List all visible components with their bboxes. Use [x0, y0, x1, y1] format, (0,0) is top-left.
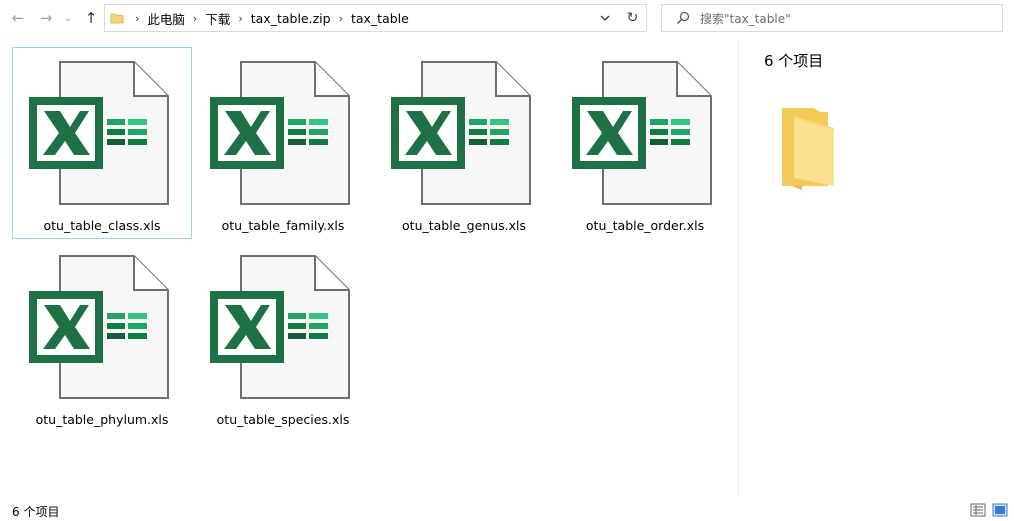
recent-locations-button[interactable]: ⌄: [60, 8, 76, 28]
refresh-icon: ↻: [626, 10, 639, 26]
back-button[interactable]: ←: [8, 8, 28, 28]
details-view-button[interactable]: [970, 502, 986, 517]
file-item[interactable]: otu_table_species.xls: [193, 241, 373, 433]
up-button[interactable]: ↑: [81, 8, 101, 28]
search-icon: [677, 11, 690, 24]
large-icons-view-icon: [992, 503, 1008, 517]
excel-file-icon: [571, 61, 712, 205]
breadcrumb-item-downloads[interactable]: 下载: [202, 9, 233, 28]
arrow-left-icon: ←: [11, 9, 25, 27]
breadcrumb-separator[interactable]: ›: [188, 12, 202, 25]
file-name: otu_table_class.xls: [43, 218, 161, 233]
forward-button[interactable]: →: [36, 8, 56, 28]
navigation-bar: ← → ⌄ ↑ › 此电脑 › 下载 › tax_table.zip › tax…: [0, 0, 1014, 36]
file-name: otu_table_family.xls: [221, 218, 345, 233]
breadcrumb-separator[interactable]: ›: [233, 12, 247, 25]
excel-file-icon: [28, 61, 169, 205]
breadcrumb-item-zip[interactable]: tax_table.zip: [248, 11, 334, 26]
folder-icon: [110, 13, 124, 24]
excel-file-icon: [209, 255, 350, 399]
file-name: otu_table_order.xls: [585, 218, 705, 233]
preview-pane-divider[interactable]: [738, 40, 739, 496]
address-dropdown-button[interactable]: [592, 5, 618, 31]
large-icons-view-button[interactable]: [992, 502, 1008, 517]
excel-file-icon: [209, 61, 350, 205]
status-item-count: 6 个项目: [12, 505, 60, 519]
arrow-up-icon: ↑: [84, 9, 98, 27]
breadcrumb-separator[interactable]: ›: [130, 12, 144, 25]
breadcrumb-separator[interactable]: ›: [334, 12, 348, 25]
chevron-down-icon: [600, 15, 610, 21]
breadcrumb-item-this-pc[interactable]: 此电脑: [144, 9, 188, 28]
details-view-icon: [970, 503, 986, 517]
file-name: otu_table_phylum.xls: [35, 412, 169, 427]
file-item[interactable]: otu_table_class.xls: [12, 47, 192, 239]
search-placeholder: 搜索"tax_table": [700, 11, 791, 26]
folder-icon: [782, 108, 834, 190]
file-item[interactable]: otu_table_family.xls: [193, 47, 373, 239]
file-item[interactable]: otu_table_genus.xls: [374, 47, 554, 239]
arrow-right-icon: →: [39, 9, 53, 27]
refresh-button[interactable]: ↻: [619, 4, 647, 32]
file-name: otu_table_genus.xls: [402, 218, 526, 233]
search-box[interactable]: 搜索"tax_table": [661, 4, 1003, 32]
address-bar[interactable]: › 此电脑 › 下载 › tax_table.zip › tax_table: [104, 4, 647, 32]
excel-file-icon: [390, 61, 531, 205]
file-item[interactable]: otu_table_phylum.xls: [12, 241, 192, 433]
chevron-down-icon: ⌄: [63, 12, 73, 24]
file-name: otu_table_species.xls: [216, 412, 350, 427]
excel-file-icon: [28, 255, 169, 399]
preview-item-count: 6 个项目: [764, 52, 824, 70]
file-item[interactable]: otu_table_order.xls: [555, 47, 735, 239]
breadcrumb-item-current[interactable]: tax_table: [348, 11, 412, 26]
